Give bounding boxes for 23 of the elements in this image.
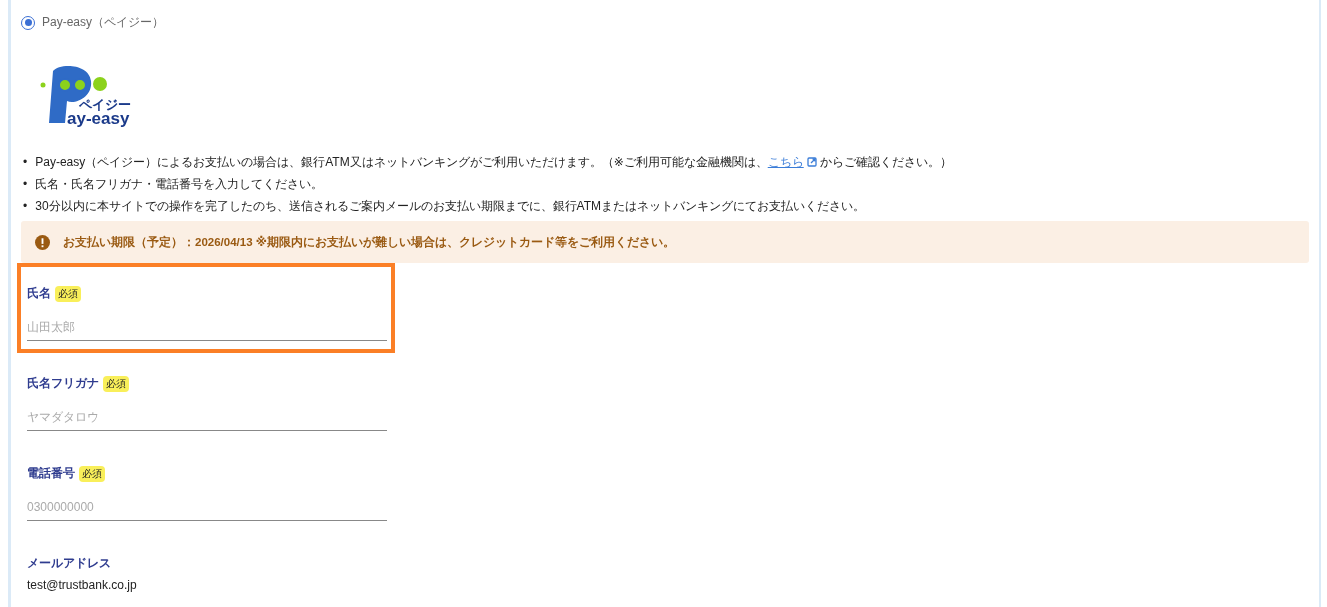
- alert-text: お支払い期限（予定）：2026/04/13 ※期限内にお支払いが難しい場合は、クレジットカード等をご利用ください。: [63, 234, 675, 250]
- external-link-icon: [807, 157, 818, 167]
- input-field[interactable]: 0300000000: [27, 494, 387, 521]
- field-label: 氏名: [27, 285, 51, 302]
- input-field[interactable]: 山田太郎: [27, 314, 387, 341]
- required-badge: 必須: [79, 465, 105, 482]
- note-text: 氏名・氏名フリガナ・電話番号を入力してください。: [35, 176, 324, 192]
- field-label: 電話番号: [27, 465, 75, 482]
- field-label: メールアドレス: [27, 555, 111, 572]
- note-text: Pay-easy（ペイジー）によるお支払いの場合は、銀行ATM又はネットバンキングがご利用いただけます。（※ご利用可能な金融機関は、こちら からご確認ください。）: [35, 154, 953, 170]
- pay-easy-logo: ペイジー ay-easy: [39, 63, 134, 129]
- bullet: •: [23, 198, 28, 214]
- bullet: •: [23, 176, 28, 192]
- note-text: 30分以内に本サイトでの操作を完了したのち、送信されるご案内メールのお支払い期限までに、銀行ATMまたはネットバンキングにてお支払いください。: [35, 198, 865, 214]
- required-badge: 必須: [103, 375, 129, 392]
- field-label: 氏名フリガナ: [27, 375, 99, 392]
- option-label: Pay-easy（ペイジー）: [42, 14, 165, 31]
- bullet: •: [23, 154, 28, 170]
- warning-icon: [35, 234, 50, 250]
- link[interactable]: こちら: [767, 155, 804, 169]
- input-field[interactable]: ヤマダタロウ: [27, 404, 387, 431]
- field-value: test@trustbank.co.jp: [27, 578, 138, 592]
- required-badge: 必須: [55, 285, 81, 302]
